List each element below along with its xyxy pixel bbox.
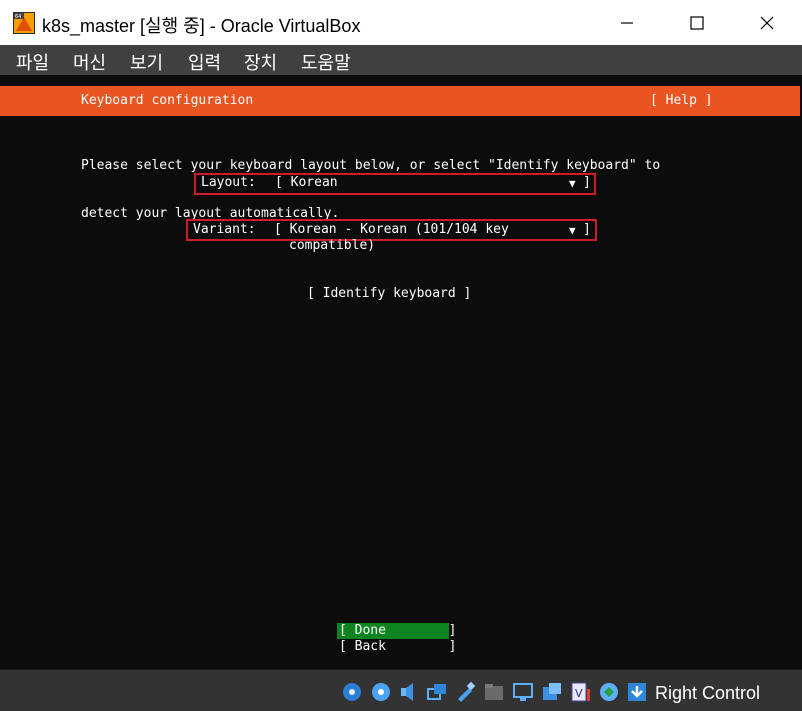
variant-field[interactable]: Variant: [ Korean - Korean (101/104 key … [186,219,597,253]
hard-disk-icon[interactable] [341,681,363,703]
optical-drive-icon[interactable] [370,681,392,703]
minimize-icon [621,21,633,24]
variant-bracket: ] [583,222,591,237]
done-button[interactable]: [ Done ] [339,623,456,639]
help-button[interactable]: [ Help ] [650,93,713,109]
guest-screen[interactable]: Keyboard configuration [ Help ] Please s… [0,75,802,669]
menu-view[interactable]: 보기 [130,49,163,75]
menu-help[interactable]: 도움말 [301,49,351,75]
back-button[interactable]: [ Back ] [339,639,456,655]
menu-file[interactable]: 파일 [16,49,49,75]
variant-continuation: compatible) [289,238,376,253]
maximize-icon [690,15,704,30]
minimize-button[interactable] [604,0,650,45]
chevron-down-icon: ▼ [569,224,576,237]
variant-label: Variant: [193,222,256,237]
layout-select[interactable]: [ Korean [275,175,338,191]
svg-text:64: 64 [15,14,21,20]
status-bar: V Right Control [0,669,802,711]
page-title: Keyboard configuration [81,93,254,108]
menu-devices[interactable]: 장치 [244,49,277,75]
capture-icon[interactable] [541,681,563,703]
audio-icon[interactable] [398,681,420,703]
network-icon[interactable] [426,681,448,703]
menu-input[interactable]: 입력 [188,49,221,75]
close-button[interactable] [744,0,790,45]
close-icon [760,16,774,29]
instructions-line: Please select your keyboard layout below… [81,158,661,173]
menu-bar: 파일 머신 보기 입력 장치 도움말 [0,45,802,75]
mouse-integration-icon[interactable] [598,681,620,703]
window-title: k8s_master [실행 중] - Oracle VirtualBox [42,16,361,36]
installer-header: Keyboard configuration [ Help ] [0,86,800,116]
window-title-bar[interactable]: 64 k8s_master [실행 중] - Oracle VirtualBox [0,0,802,45]
recording-icon[interactable]: V [569,681,591,703]
usb-icon[interactable] [454,681,476,703]
layout-label: Layout: [201,175,256,190]
shared-folder-icon[interactable] [483,681,505,703]
virtualbox-vm-icon: 64 [13,12,35,34]
identify-keyboard-button[interactable]: [ Identify keyboard ] [307,286,471,302]
keyboard-icon[interactable] [626,681,648,703]
layout-bracket: ] [583,175,591,190]
maximize-button[interactable] [674,0,720,45]
menu-machine[interactable]: 머신 [73,49,106,75]
chevron-down-icon: ▼ [569,177,576,190]
display-icon[interactable] [512,681,534,703]
layout-field[interactable]: Layout: [ Korean ▼ ] [194,173,596,195]
host-key-label: Right Control [655,683,761,703]
svg-text:V: V [575,687,583,700]
variant-select[interactable]: [ Korean - Korean (101/104 key [274,222,509,238]
